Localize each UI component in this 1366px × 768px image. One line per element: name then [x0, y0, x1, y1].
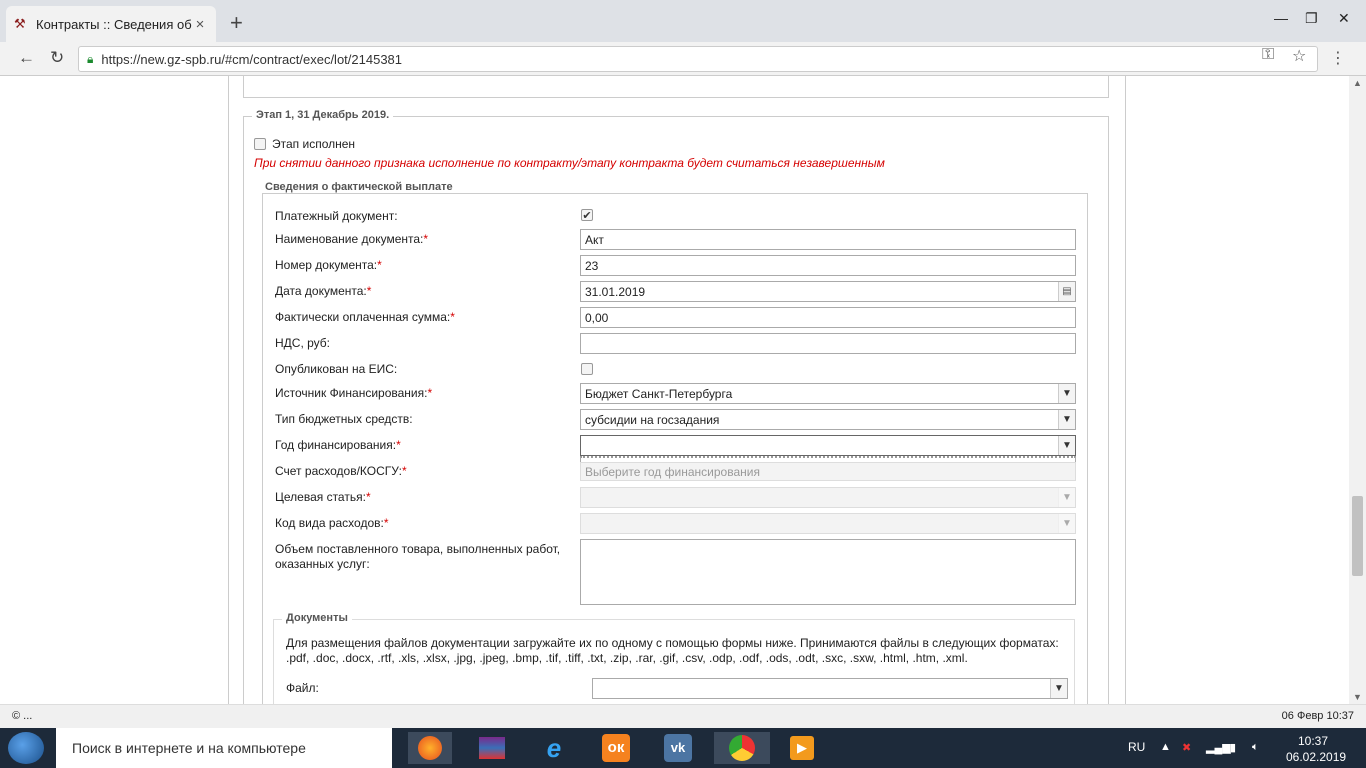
doc-date-label: Дата документа:*: [275, 284, 372, 298]
lock-icon: 🔒︎: [87, 51, 94, 66]
minimize-icon[interactable]: —: [1274, 10, 1288, 26]
doc-number-label: Номер документа:*: [275, 258, 382, 272]
start-button[interactable]: [8, 732, 44, 764]
chevron-down-icon[interactable]: ▼: [1058, 410, 1075, 429]
fin-year-select[interactable]: ▼: [580, 435, 1076, 456]
reload-icon[interactable]: ↻: [50, 48, 64, 68]
clock-date[interactable]: 06.02.2019: [1286, 750, 1346, 764]
url-text: https://new.gz-spb.ru/#cm/contract/exec/…: [101, 51, 403, 67]
media-player-icon[interactable]: ▶: [780, 732, 824, 764]
status-left: © ...: [12, 710, 33, 722]
chevron-down-icon[interactable]: ▼: [1050, 679, 1067, 698]
content-column: Этап 1, 31 Декабрь 2019. Этап исполнен П…: [228, 76, 1126, 704]
browser-tabstrip: ⚒ Контракты :: Сведения об и × + — ❐ ✕: [0, 0, 1366, 42]
vat-label: НДС, руб:: [275, 336, 331, 350]
doc-number-input[interactable]: 23: [580, 255, 1076, 276]
budget-type-label: Тип бюджетных средств:: [275, 412, 413, 426]
signal-icon[interactable]: ▂▄▆: [1206, 741, 1231, 754]
chevron-down-icon: ▼: [1058, 514, 1075, 533]
ie-icon[interactable]: e: [532, 732, 576, 764]
fin-source-value: Бюджет Санкт-Петербурга: [585, 387, 733, 401]
published-label: Опубликован на ЕИС:: [275, 362, 398, 376]
doc-name-input[interactable]: Акт: [580, 229, 1076, 250]
browser-toolbar: ← ↻ 🔒︎ https://new.gz-spb.ru/#cm/contrac…: [0, 42, 1366, 76]
chevron-down-icon[interactable]: ▼: [1058, 436, 1075, 455]
clock-time[interactable]: 10:37: [1298, 734, 1328, 748]
fin-source-label: Источник Финансирования:*: [275, 386, 433, 400]
network-warning-icon[interactable]: ✖: [1182, 741, 1191, 754]
scroll-down-icon[interactable]: ▼: [1353, 692, 1362, 702]
status-bar: © ... 06 Февр 10:37: [0, 704, 1366, 728]
tray-expand-icon[interactable]: ▲: [1160, 741, 1171, 753]
chrome-icon[interactable]: [714, 732, 770, 764]
doc-date-value: 31.01.2019: [585, 285, 646, 299]
payment-fieldset: Сведения о фактической выплате Платежный…: [262, 181, 1088, 704]
back-icon[interactable]: ←: [18, 48, 35, 68]
previous-section: [243, 76, 1109, 98]
language-indicator[interactable]: RU: [1128, 740, 1145, 754]
close-icon[interactable]: ×: [192, 16, 208, 33]
volume-icon[interactable]: 🔈︎: [1252, 741, 1259, 754]
documents-title: Документы: [282, 612, 352, 624]
menu-icon[interactable]: ⋮: [1330, 48, 1346, 68]
chevron-down-icon: ▼: [1058, 488, 1075, 507]
address-bar[interactable]: 🔒︎ https://new.gz-spb.ru/#cm/contract/ex…: [78, 46, 1318, 72]
stage-done-checkbox[interactable]: [254, 138, 266, 150]
payment-title: Сведения о фактической выплате: [263, 181, 455, 193]
volume-textarea[interactable]: [580, 539, 1076, 605]
expense-code-select[interactable]: ▼: [580, 513, 1076, 534]
budget-type-value: субсидии на госзадания: [585, 413, 720, 427]
taskbar: Поиск в интернете и на компьютере e ок v…: [0, 728, 1366, 768]
status-datetime: 06 Февр 10:37: [1281, 710, 1354, 722]
doc-name-label: Наименование документа:*: [275, 232, 429, 246]
budget-type-select[interactable]: субсидии на госзадания ▼: [580, 409, 1076, 430]
stage-done-checkbox-row[interactable]: Этап исполнен: [254, 137, 355, 151]
target-article-select[interactable]: ▼: [580, 487, 1076, 508]
kosgu-label: Счет расходов/КОСГУ:*: [275, 464, 407, 478]
paid-sum-input[interactable]: 0,00: [580, 307, 1076, 328]
doc-date-input[interactable]: 31.01.2019 ▤: [580, 281, 1076, 302]
payment-doc-label: Платежный документ:: [275, 209, 398, 223]
scroll-up-icon[interactable]: ▲: [1353, 78, 1362, 88]
scroll-thumb[interactable]: [1352, 496, 1363, 576]
battery-icon[interactable]: ▮: [1230, 741, 1236, 754]
stage-fieldset: Этап 1, 31 Декабрь 2019. Этап исполнен П…: [243, 109, 1109, 704]
fin-source-select[interactable]: Бюджет Санкт-Петербурга ▼: [580, 383, 1076, 404]
published-checkbox[interactable]: [581, 363, 593, 375]
fin-year-label: Год финансирования:*: [275, 438, 401, 452]
documents-fieldset: Документы Для размещения файлов документ…: [273, 612, 1075, 704]
winrar-icon[interactable]: [470, 732, 514, 764]
kosgu-select[interactable]: Выберите год финансирования: [580, 462, 1076, 481]
expense-code-label: Код вида расходов:*: [275, 516, 389, 530]
tab-title: Контракты :: Сведения об и: [36, 16, 192, 32]
stage-warning: При снятии данного признака исполнение п…: [254, 156, 885, 170]
chevron-down-icon[interactable]: ▼: [1058, 384, 1075, 403]
calendar-icon[interactable]: ▤: [1058, 282, 1075, 301]
vat-input[interactable]: [580, 333, 1076, 354]
documents-info: Для размещения файлов документации загру…: [286, 636, 1059, 665]
target-article-label: Целевая статья:*: [275, 490, 371, 504]
file-label: Файл:: [286, 681, 319, 695]
star-icon[interactable]: ☆: [1292, 46, 1306, 66]
browser-tab[interactable]: ⚒ Контракты :: Сведения об и ×: [6, 6, 216, 42]
close-window-icon[interactable]: ✕: [1338, 10, 1350, 27]
vk-icon[interactable]: vk: [656, 732, 700, 764]
restore-icon[interactable]: ❐: [1305, 10, 1318, 27]
firefox-icon[interactable]: [408, 732, 452, 764]
file-select[interactable]: ▼: [592, 678, 1068, 699]
page-scrollbar[interactable]: ▲ ▼: [1349, 76, 1366, 704]
payment-doc-checkbox[interactable]: ✔: [581, 209, 593, 222]
tools-icon: ⚒: [14, 16, 26, 31]
odnoklassniki-icon[interactable]: ок: [594, 732, 638, 764]
key-icon[interactable]: ⚿: [1262, 46, 1274, 64]
taskbar-search[interactable]: Поиск в интернете и на компьютере: [56, 728, 392, 768]
stage-title: Этап 1, 31 Декабрь 2019.: [252, 109, 394, 121]
stage-done-label: Этап исполнен: [272, 137, 356, 151]
volume-label: Объем поставленного товара, выполненных …: [275, 542, 561, 571]
page-viewport: Этап 1, 31 Декабрь 2019. Этап исполнен П…: [0, 76, 1366, 704]
new-tab-icon[interactable]: +: [230, 10, 243, 36]
paid-sum-label: Фактически оплаченная сумма:*: [275, 310, 455, 324]
